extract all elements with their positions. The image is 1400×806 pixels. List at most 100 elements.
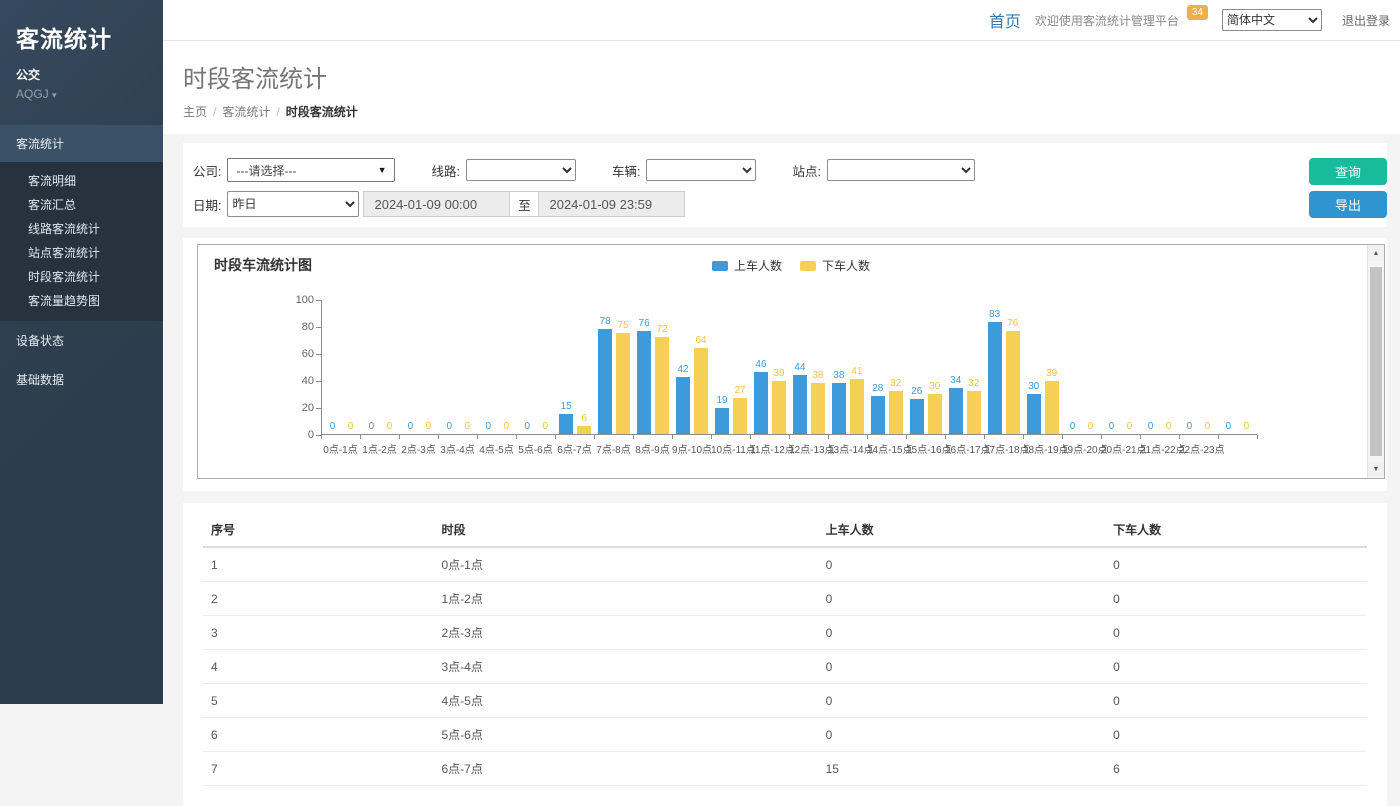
bar-column: 0 xyxy=(538,300,552,434)
bar xyxy=(967,391,981,434)
scrollbar-thumb[interactable] xyxy=(1370,267,1382,456)
line-label: 线路: xyxy=(431,161,459,180)
table-cell: 6 xyxy=(1105,752,1367,786)
scrollbar-down-arrow[interactable]: ▼ xyxy=(1368,462,1384,477)
bar-value-label: 32 xyxy=(890,379,901,389)
bar xyxy=(772,381,786,434)
x-axis-label-11: 11点-12点 xyxy=(750,441,789,456)
sidebar-subitem-0[interactable]: 客流明细 xyxy=(0,169,163,193)
bar-group-16: 3432 xyxy=(945,300,984,434)
bar-column: 27 xyxy=(733,300,747,434)
logout-link[interactable]: 退出登录 xyxy=(1342,12,1390,29)
bar-value-label: 46 xyxy=(755,360,766,370)
bar-column: 0 xyxy=(499,300,513,434)
x-axis-label-19: 19点-20点 xyxy=(1062,441,1101,456)
table-header-row: 序号时段上车人数下车人数 xyxy=(203,513,1367,547)
bar-column: 0 xyxy=(1105,300,1119,434)
x-axis-label-21: 21点-22点 xyxy=(1140,441,1179,456)
content: 公司: ---请选择--- ▼ 线路: 车辆: 站点: 日期: 昨日 至 查询 xyxy=(163,134,1400,806)
bar-column: 0 xyxy=(442,300,456,434)
sidebar-subitem-5[interactable]: 客流量趋势图 xyxy=(0,289,163,313)
bar xyxy=(832,383,846,434)
bar-column: 30 xyxy=(928,300,942,434)
sidebar-subitem-2[interactable]: 线路客流统计 xyxy=(0,217,163,241)
table-cell: 0 xyxy=(818,582,1106,616)
bar-group-6: 156 xyxy=(556,300,595,434)
table-cell: 0 xyxy=(1105,718,1367,752)
org-code-dropdown[interactable]: AQGJ ▾ xyxy=(16,87,147,101)
home-link[interactable]: 首页 xyxy=(989,8,1021,32)
x-axis-label-15: 15点-16点 xyxy=(906,441,945,456)
bar-column: 76 xyxy=(637,300,651,434)
sidebar-subitem-3[interactable]: 站点客流统计 xyxy=(0,241,163,265)
data-table: 序号时段上车人数下车人数 10点-1点0021点-2点0032点-3点0043点… xyxy=(203,513,1367,786)
bar xyxy=(733,398,747,434)
breadcrumb-separator: / xyxy=(276,105,279,119)
chart-title: 时段车流统计图 xyxy=(214,255,312,275)
date-from-input[interactable] xyxy=(363,191,510,217)
company-select[interactable]: ---请选择--- ▼ xyxy=(227,158,395,182)
x-axis-label-0: 0点-1点 xyxy=(321,441,360,456)
bar xyxy=(715,408,729,434)
legend-item-alighting[interactable]: 下车人数 xyxy=(800,257,870,274)
scrollbar-up-arrow[interactable]: ▲ xyxy=(1368,246,1384,261)
station-select[interactable] xyxy=(827,159,975,181)
bar-column: 0 xyxy=(1221,300,1235,434)
bar-value-label: 0 xyxy=(330,422,336,432)
table-cell: 0 xyxy=(818,650,1106,684)
table-cell: 0点-1点 xyxy=(433,547,817,582)
legend-item-boarding[interactable]: 上车人数 xyxy=(712,257,782,274)
chart-scrollbar[interactable]: ▲ ▼ xyxy=(1367,245,1384,478)
sidebar: 客流统计 公交 AQGJ ▾ 客流统计客流明细客流汇总线路客流统计站点客流统计时… xyxy=(0,0,163,704)
x-axis-label-16: 16点-17点 xyxy=(945,441,984,456)
bar-column: 39 xyxy=(1045,300,1059,434)
bar-column: 28 xyxy=(871,300,885,434)
sidebar-item-other-0[interactable]: 设备状态 xyxy=(0,321,163,360)
sidebar-item-passenger-stats[interactable]: 客流统计 xyxy=(0,125,163,162)
bar-column: 42 xyxy=(676,300,690,434)
company-label: 公司: xyxy=(193,161,221,180)
bar-column: 38 xyxy=(832,300,846,434)
bar-value-label: 0 xyxy=(524,422,530,432)
bar-value-label: 0 xyxy=(486,422,492,432)
export-button[interactable]: 导出 xyxy=(1309,191,1387,218)
table-row: 10点-1点00 xyxy=(203,547,1367,582)
bar-column: 0 xyxy=(1182,300,1196,434)
bar-value-label: 26 xyxy=(911,387,922,397)
date-preset-select[interactable]: 昨日 xyxy=(227,191,359,217)
bar-group-2: 00 xyxy=(400,300,439,434)
table-cell: 3点-4点 xyxy=(433,650,817,684)
bar-value-label: 44 xyxy=(794,363,805,373)
sidebar-subitem-4[interactable]: 时段客流统计 xyxy=(0,265,163,289)
bar-value-label: 30 xyxy=(1028,382,1039,392)
bar-column: 78 xyxy=(598,300,612,434)
table-cell: 15 xyxy=(818,752,1106,786)
station-label: 站点: xyxy=(792,161,820,180)
breadcrumb-item-0[interactable]: 主页 xyxy=(183,105,207,119)
bar-group-9: 4264 xyxy=(673,300,712,434)
language-select[interactable]: 简体中文 xyxy=(1222,9,1322,31)
x-axis-label-13: 13点-14点 xyxy=(828,441,867,456)
bar xyxy=(616,333,630,434)
sidebar-menu: 客流统计客流明细客流汇总线路客流统计站点客流统计时段客流统计客流量趋势图设备状态… xyxy=(0,125,163,399)
breadcrumb-item-1[interactable]: 客流统计 xyxy=(222,105,270,119)
bar-value-label: 0 xyxy=(1187,422,1193,432)
sidebar-submenu: 客流明细客流汇总线路客流统计站点客流统计时段客流统计客流量趋势图 xyxy=(0,162,163,321)
table-cell: 0 xyxy=(818,616,1106,650)
bar xyxy=(598,329,612,434)
page-header: 时段客流统计 主页/客流统计/时段客流统计 xyxy=(163,41,1400,134)
legend-label-alighting: 下车人数 xyxy=(822,257,870,274)
sidebar-subitem-1[interactable]: 客流汇总 xyxy=(0,193,163,217)
bar-column: 0 xyxy=(382,300,396,434)
line-select[interactable] xyxy=(466,159,576,181)
vehicle-select[interactable] xyxy=(646,159,756,181)
bar-value-label: 15 xyxy=(561,402,572,412)
date-to-input[interactable] xyxy=(538,191,685,217)
search-button[interactable]: 查询 xyxy=(1309,158,1387,185)
filter-row-2: 日期: 昨日 至 xyxy=(193,191,1387,217)
bar-column: 46 xyxy=(754,300,768,434)
bar-value-label: 0 xyxy=(408,422,414,432)
sidebar-item-other-1[interactable]: 基础数据 xyxy=(0,360,163,399)
table-cell: 4 xyxy=(203,650,433,684)
bar-column: 44 xyxy=(793,300,807,434)
